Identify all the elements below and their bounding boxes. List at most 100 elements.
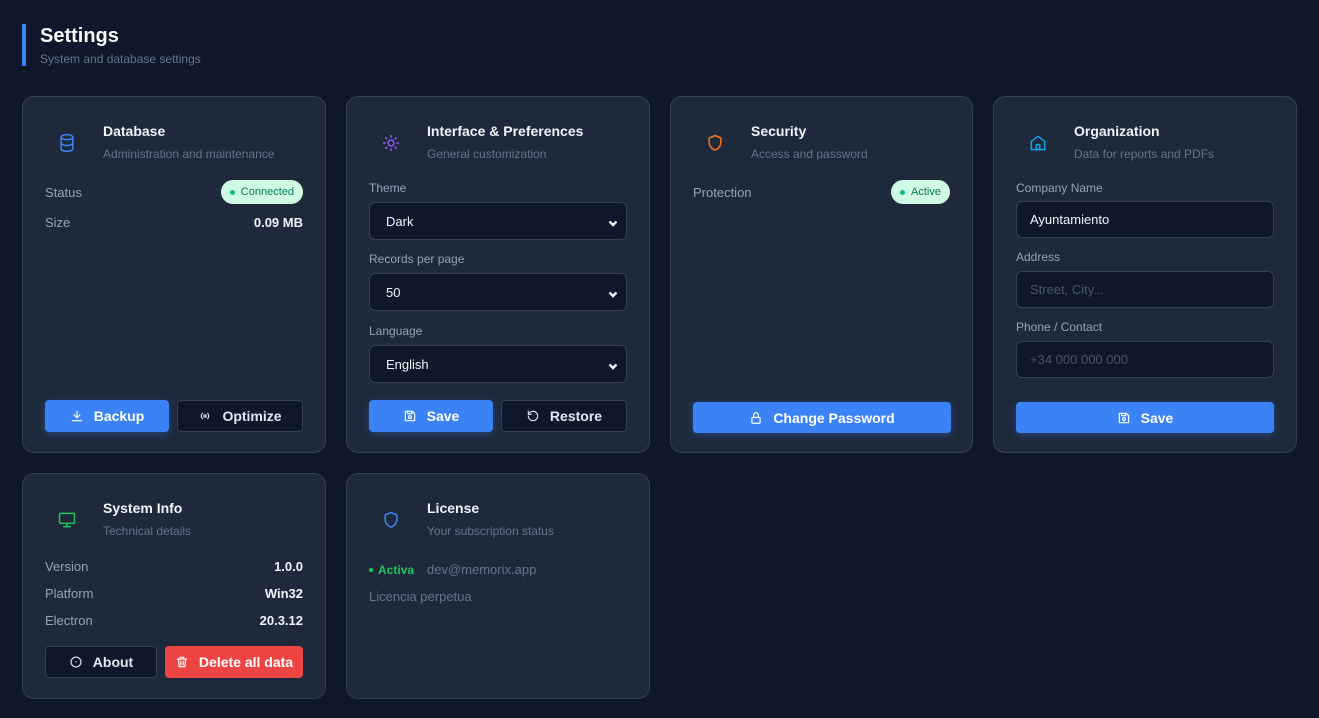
license-status-text: Activa [378, 563, 415, 577]
security-card: Security Access and password Protection … [670, 96, 973, 453]
license-title: License [427, 500, 480, 516]
size-value: 0.09 MB [253, 214, 303, 230]
home-icon [1016, 121, 1060, 165]
save-preferences-label: Save [426, 408, 460, 424]
shield-icon [369, 498, 413, 542]
interface-title: Interface & Preferences [427, 123, 584, 139]
page-subtitle: System and database settings [40, 52, 201, 66]
shield-icon [693, 121, 737, 165]
license-status: Activa [369, 563, 414, 577]
interface-card: Interface & Preferences General customiz… [346, 96, 650, 453]
change-password-label: Change Password [773, 409, 895, 426]
protection-row: Protection Active [693, 180, 950, 204]
save-organization-label: Save [1140, 409, 1174, 426]
database-subtitle: Administration and maintenance [103, 147, 275, 161]
company-name-input[interactable] [1016, 201, 1274, 238]
trash-icon [176, 656, 188, 668]
save-preferences-button[interactable]: Save [369, 400, 493, 432]
address-input[interactable] [1016, 271, 1274, 308]
platform-row: Platform Win32 [45, 582, 303, 604]
records-select[interactable]: 50 [369, 273, 627, 311]
save-icon [404, 410, 415, 422]
system-info-card-header: System Info Technical details [45, 498, 303, 542]
version-row: Version 1.0.0 [45, 555, 303, 577]
backup-button-label: Backup [93, 408, 145, 424]
chevron-down-icon [608, 287, 618, 298]
language-select-value: English [386, 356, 429, 372]
status-badge-text: Connected [240, 186, 294, 198]
monitor-icon [45, 498, 89, 542]
license-status-dot [369, 568, 373, 572]
size-label: Size [45, 214, 71, 230]
license-type: Licencia perpetua [369, 589, 472, 604]
save-organization-button[interactable]: Save [1016, 402, 1274, 433]
electron-row: Electron 20.3.12 [45, 609, 303, 631]
page-header: Settings System and database settings [22, 24, 201, 66]
chevron-down-icon [608, 359, 618, 370]
platform-value: Win32 [264, 585, 303, 601]
status-dot [229, 189, 235, 195]
license-email: dev@memorix.app [427, 562, 537, 577]
page-title: Settings [40, 25, 119, 47]
protection-dot [900, 189, 906, 195]
license-card: License Your subscription status Activa … [346, 473, 650, 699]
organization-subtitle: Data for reports and PDFs [1074, 147, 1215, 161]
records-label: Records per page [369, 252, 465, 266]
restore-button[interactable]: Restore [501, 400, 627, 432]
phone-label: Phone / Contact [1016, 320, 1103, 334]
protection-label: Protection [693, 184, 752, 200]
organization-card: Organization Data for reports and PDFs C… [993, 96, 1297, 453]
database-card-header: Database Administration and maintenance [45, 121, 303, 165]
change-password-button[interactable]: Change Password [693, 402, 951, 433]
backup-button[interactable]: Backup [45, 400, 169, 432]
optimize-button-label: Optimize [222, 408, 282, 424]
optimize-button[interactable]: Optimize [177, 400, 303, 432]
lock-icon [751, 411, 761, 424]
electron-value: 20.3.12 [259, 612, 303, 628]
about-button-label: About [92, 654, 134, 670]
restore-icon [527, 410, 539, 422]
security-subtitle: Access and password [751, 147, 868, 161]
license-card-header: License Your subscription status [369, 498, 627, 542]
database-icon [45, 121, 89, 165]
restore-button-label: Restore [549, 408, 603, 424]
delete-all-data-button[interactable]: Delete all data [165, 646, 303, 678]
organization-card-header: Organization Data for reports and PDFs [1016, 121, 1274, 165]
theme-select-value: Dark [386, 213, 414, 229]
database-title: Database [103, 123, 166, 139]
info-icon [70, 656, 82, 668]
security-title: Security [751, 123, 807, 139]
theme-label: Theme [369, 181, 407, 195]
status-badge: Connected [220, 180, 303, 204]
security-card-header: Security Access and password [693, 121, 950, 165]
sun-icon [369, 121, 413, 165]
company-label: Company Name [1016, 181, 1103, 195]
language-select[interactable]: English [369, 345, 627, 383]
platform-label: Platform [45, 585, 94, 601]
status-label: Status [45, 184, 82, 200]
electron-label: Electron [45, 612, 93, 628]
save-icon [1118, 412, 1129, 423]
system-info-card: System Info Technical details Version 1.… [22, 473, 326, 699]
organization-title: Organization [1074, 123, 1160, 139]
version-value: 1.0.0 [274, 558, 303, 574]
broadcast-icon [201, 412, 210, 420]
interface-card-header: Interface & Preferences General customiz… [369, 121, 627, 165]
database-status-row: Status Connected [45, 180, 303, 204]
protection-badge-text: Active [911, 186, 941, 198]
version-label: Version [45, 558, 89, 574]
about-button[interactable]: About [45, 646, 157, 678]
system-info-subtitle: Technical details [103, 524, 192, 538]
download-icon [71, 410, 82, 422]
system-info-title: System Info [103, 500, 183, 516]
delete-all-data-label: Delete all data [198, 654, 294, 670]
theme-select[interactable]: Dark [369, 202, 627, 240]
interface-subtitle: General customization [427, 147, 547, 161]
license-subtitle: Your subscription status [427, 524, 554, 538]
protection-badge: Active [891, 180, 950, 204]
phone-input[interactable] [1016, 341, 1274, 378]
database-card: Database Administration and maintenance … [22, 96, 326, 453]
database-size-row: Size 0.09 MB [45, 211, 303, 233]
address-label: Address [1016, 250, 1061, 264]
records-select-value: 50 [386, 284, 401, 300]
